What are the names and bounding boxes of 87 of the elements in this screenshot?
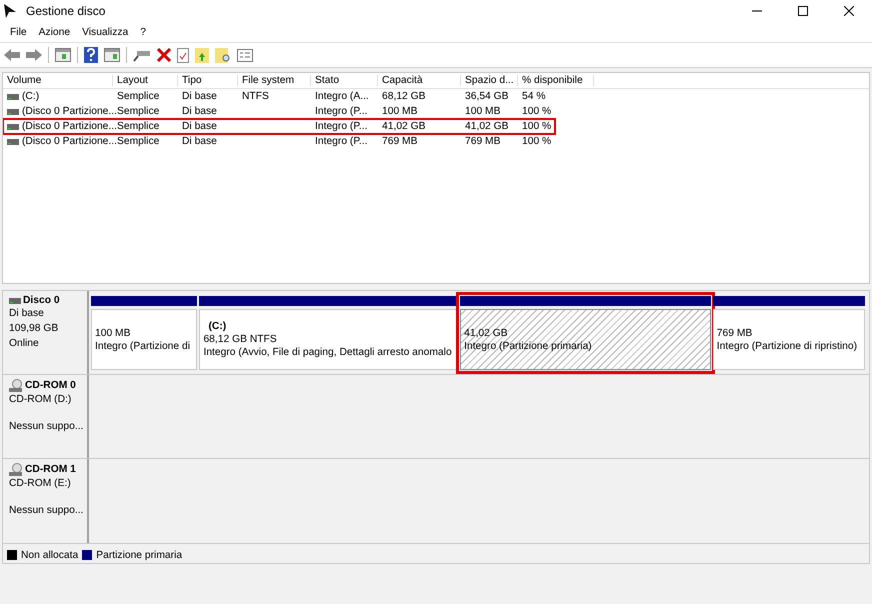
table-cell: Integro (P... [315,121,368,132]
table-cell: Di base [182,136,217,147]
connect-icon[interactable] [133,48,151,62]
table-row[interactable]: (C:) Semplice Di base NTFS Integro (A... 68,12 GB 36,54 GB 54 % [3,89,869,104]
table-cell: (Disco 0 Partizione... [22,136,117,147]
close-icon [844,6,854,16]
table-cell: Di base [182,91,217,102]
drive-icon [9,298,21,304]
menu-item[interactable]: Visualizza [76,26,134,38]
disk-name: CD-ROM 1 [25,464,76,476]
column-header[interactable]: Layout [113,75,178,86]
table-cell: Integro (P... [315,106,368,117]
table-cell: Semplice [117,121,160,132]
table-row[interactable]: (Disco 0 Partizione...Semplice Di base Integro (P... 769 MB 769 MB 100 % [3,134,869,149]
partition-status: Integro (Avvio, File di paging, Dettagli arresto anomalo [203,347,453,358]
drive-icon [7,138,19,144]
table-cell: 41,02 GB [382,121,426,132]
column-header[interactable]: Stato [311,75,378,86]
partition-size: 100 MB [95,328,132,339]
folder-up-icon[interactable] [195,47,209,63]
table-row[interactable]: (Disco 0 Partizione...Semplice Di base Integro (P... 41,02 GB 41,02 GB 100 % [3,119,555,134]
properties-icon[interactable] [177,48,189,62]
table-cell: Integro (A... [315,91,369,102]
column-header[interactable]: Spazio d... [461,75,518,86]
folder-search-icon[interactable] [215,47,231,63]
table-cell: Semplice [117,106,160,117]
legend-label: Non allocata [21,550,78,561]
disk-info: CD-ROM (D:) [9,394,72,406]
table-cell: 100 % [522,136,552,147]
table-cell: Integro (P... [315,136,368,147]
cd-drive-icon [9,463,23,476]
back-icon[interactable] [4,49,20,61]
drive-icon [7,94,19,100]
menu-item[interactable]: File [4,26,33,38]
column-header[interactable]: Capacità [378,75,461,86]
table-cell: 769 MB [465,136,500,147]
disk-name: Disco 0 [23,295,60,306]
table-cell: 100 % [522,121,552,132]
delete-icon[interactable] [157,48,171,62]
partition-status: Integro (Partizione di ripristino) [716,340,858,352]
maximize-icon [798,6,808,16]
menu-item[interactable]: ? [134,26,152,38]
partition-status: Integro (Partizione primaria) [464,340,593,352]
pane-icon[interactable] [104,48,120,62]
drive-icon [7,108,19,114]
table-cell: (Disco 0 Partizione... [22,121,117,132]
legend-label: Partizione primaria [96,550,182,561]
partition-size: 41,02 GB [464,328,509,339]
disk-info: CD-ROM (E:) [9,478,71,490]
table-cell: NTFS [242,91,269,102]
disk-info: 109,98 GB [9,323,58,334]
table-cell: 68,12 GB [382,91,426,102]
column-header[interactable]: % disponibile [518,75,594,86]
partition-name: (C:) [207,321,228,332]
table-cell: 100 % [522,106,552,117]
table-cell: 100 MB [382,106,418,117]
disk-name: CD-ROM 0 [25,380,76,392]
cd-drive-icon [9,379,23,392]
partition-size: 769 MB [716,328,754,339]
table-row[interactable]: (Disco 0 Partizione...Semplice Di base Integro (P... 100 MB 100 MB 100 % [3,104,869,119]
forward-icon[interactable] [26,49,42,61]
table-cell: 41,02 GB [465,121,509,132]
list-settings-icon[interactable] [237,48,253,62]
column-header[interactable]: Volume [3,75,113,86]
table-cell: (C:) [22,91,40,102]
table-cell: (Disco 0 Partizione... [22,106,117,117]
column-header[interactable]: File system [238,75,311,86]
table-cell: Di base [182,121,217,132]
disk-info: Nessun suppo... [9,505,84,516]
disk-info: Online [9,338,39,349]
table-cell: 769 MB [382,136,418,147]
menu-item[interactable]: Azione [32,26,76,38]
help-icon[interactable] [84,47,98,63]
partition-status: Integro (Partizione di [95,340,192,352]
drive-icon [7,124,19,130]
console-tree-icon[interactable] [55,48,71,62]
table-cell: 100 MB [465,106,500,117]
disk-info: Nessun suppo... [9,421,84,432]
table-cell: 36,54 GB [465,91,509,102]
disk-info: Di base [9,308,44,319]
table-cell: Di base [182,106,217,117]
column-header[interactable]: Tipo [178,75,238,86]
table-cell: Semplice [117,91,160,102]
table-cell: 54 % [522,91,546,102]
table-cell: Semplice [117,136,160,147]
window-title: Gestione disco [26,4,106,18]
partition-size: 68,12 GB NTFS [203,334,278,346]
